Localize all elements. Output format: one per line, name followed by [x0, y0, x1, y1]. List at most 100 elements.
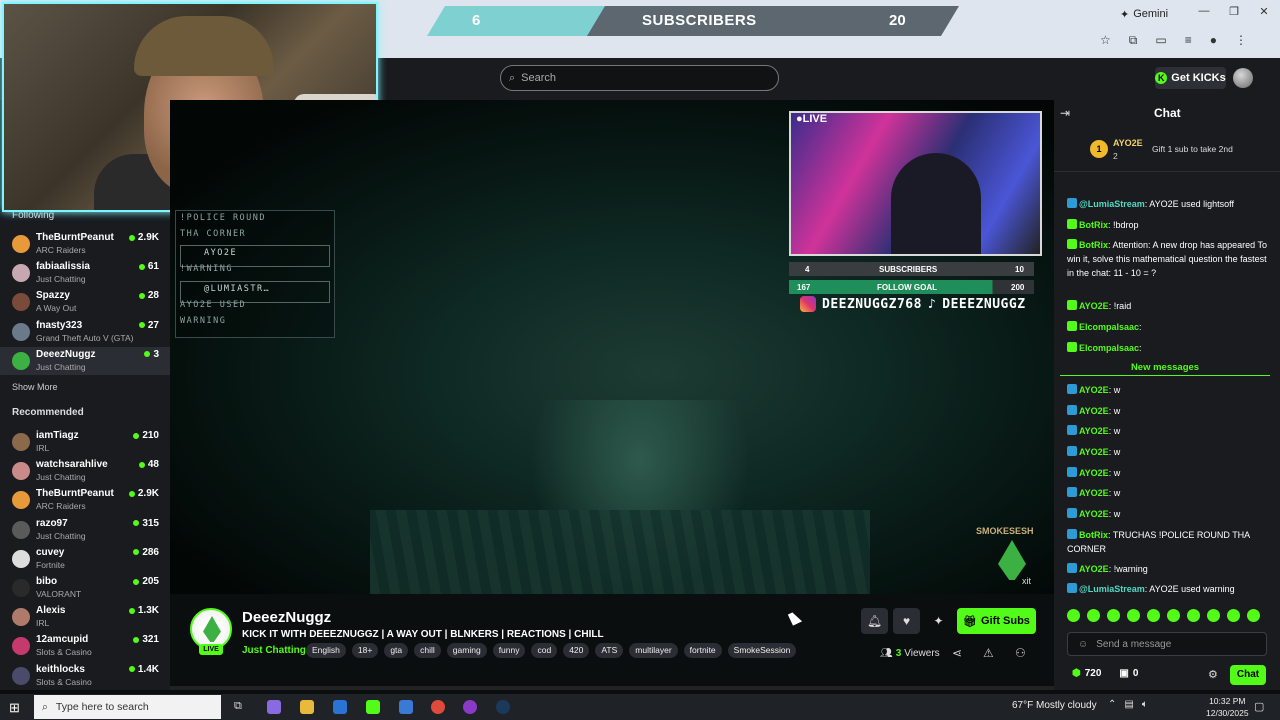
- channel-category: IRL: [36, 443, 50, 453]
- report-icon[interactable]: ⚠: [983, 646, 994, 660]
- chat-send-button[interactable]: Chat: [1230, 665, 1266, 685]
- search-input[interactable]: ⌕ Search: [500, 65, 779, 91]
- weather-widget[interactable]: 67°F Mostly cloudy: [1012, 700, 1097, 711]
- chat-username[interactable]: BotRix: [1079, 530, 1108, 540]
- stream-tag[interactable]: funny: [492, 643, 526, 658]
- steam-icon[interactable]: [496, 700, 510, 714]
- stream-category-link[interactable]: Just Chatting: [242, 645, 306, 656]
- gemini-button[interactable]: ✦ Gemini: [1120, 5, 1180, 23]
- notifications-icon[interactable]: ▢: [1254, 700, 1264, 713]
- cast-icon[interactable]: ▭: [1155, 33, 1166, 48]
- chat-username[interactable]: AYO2E: [1079, 385, 1109, 395]
- sidebar-channel-item[interactable]: TheBurntPeanut ARC Raiders 2.9K: [0, 230, 170, 258]
- stream-tag[interactable]: chill: [414, 643, 441, 658]
- obs-icon[interactable]: [463, 700, 477, 714]
- chrome-icon[interactable]: [431, 700, 445, 714]
- taskbar-search-input[interactable]: ⌕ Type here to search: [34, 695, 221, 719]
- emote-icon[interactable]: [1067, 609, 1080, 622]
- windows-start-icon[interactable]: ⊞: [9, 700, 20, 716]
- system-clock[interactable]: 10:32 PM 12/30/2025: [1206, 695, 1249, 719]
- emote-icon[interactable]: [1207, 609, 1220, 622]
- chat-username[interactable]: AYO2E: [1079, 468, 1109, 478]
- volume-icon[interactable]: 🔈︎: [1142, 699, 1148, 710]
- sidebar-channel-item[interactable]: fabiaalissia Just Chatting 61: [0, 259, 170, 287]
- sidebar-channel-item[interactable]: watchsarahlive Just Chatting 48: [0, 457, 170, 485]
- sidebar-channel-item[interactable]: fnasty323 Grand Theft Auto V (GTA) 27: [0, 318, 170, 346]
- copilot-icon[interactable]: [267, 700, 281, 714]
- minimize-button[interactable]: —: [1190, 5, 1218, 21]
- chat-username[interactable]: AYO2E: [1079, 564, 1109, 574]
- sidebar-channel-item[interactable]: keithlocks Slots & Casino 1.4K: [0, 662, 170, 690]
- emote-icon[interactable]: [1227, 609, 1240, 622]
- leader-username[interactable]: AYO2E: [1113, 138, 1143, 148]
- menu-icon[interactable]: ⋮: [1235, 33, 1247, 48]
- sparkle-button[interactable]: ✦: [925, 608, 952, 634]
- sidebar-channel-item[interactable]: razo97 Just Chatting 315: [0, 516, 170, 544]
- profile-icon[interactable]: ●: [1210, 33, 1217, 48]
- sidebar-channel-item[interactable]: cuvey Fortnite 286: [0, 545, 170, 573]
- maximize-button[interactable]: ❐: [1220, 5, 1248, 21]
- sidebar-channel-item[interactable]: DeeezNuggz Just Chatting 3: [0, 346, 170, 375]
- app-icon[interactable]: [399, 700, 413, 714]
- close-window-button[interactable]: ✕: [1250, 5, 1278, 21]
- chat-username[interactable]: Elcompalsaac: [1079, 322, 1139, 332]
- get-kicks-button[interactable]: K Get KICKs: [1155, 67, 1226, 89]
- emote-icon[interactable]: [1187, 609, 1200, 622]
- chat-username[interactable]: AYO2E: [1079, 426, 1109, 436]
- stream-tag[interactable]: ATS: [595, 643, 624, 658]
- stream-tag[interactable]: gta: [384, 643, 409, 658]
- emote-icon[interactable]: [1247, 609, 1260, 622]
- notification-bell-button[interactable]: 🔔︎: [861, 608, 888, 634]
- chat-username[interactable]: Elcompalsaac: [1079, 343, 1139, 353]
- stream-tag[interactable]: fortnite: [683, 643, 722, 658]
- emote-icon[interactable]: [1167, 609, 1180, 622]
- stream-tag[interactable]: 420: [563, 643, 590, 658]
- extensions-icon[interactable]: ⧉: [1129, 33, 1138, 48]
- sidebar-channel-item[interactable]: iamTiagz IRL 210: [0, 428, 170, 456]
- sidebar-channel-item[interactable]: 12amcupid Slots & Casino 321: [0, 632, 170, 660]
- chat-username[interactable]: BotRix: [1079, 220, 1108, 230]
- emote-icon[interactable]: [1107, 609, 1120, 622]
- follow-button[interactable]: ♥: [893, 608, 920, 634]
- star-icon[interactable]: ☆: [1100, 33, 1111, 48]
- chat-username[interactable]: AYO2E: [1079, 488, 1109, 498]
- task-view-icon[interactable]: ⧉: [234, 700, 248, 714]
- gift-subs-button[interactable]: 🎁︎ Gift Subs: [957, 608, 1036, 634]
- emote-icon[interactable]: [1147, 609, 1160, 622]
- stream-tag[interactable]: SmokeSession: [727, 643, 797, 658]
- network-icon[interactable]: ▤: [1124, 699, 1133, 710]
- sidebar-channel-item[interactable]: TheBurntPeanut ARC Raiders 2.9K: [0, 486, 170, 514]
- chat-username[interactable]: @LumiaStream: [1079, 199, 1145, 209]
- kick-app-icon[interactable]: [366, 700, 380, 714]
- emote-icon[interactable]: [1087, 609, 1100, 622]
- gift-prompt[interactable]: Gift 1 sub to take 2nd: [1152, 144, 1233, 154]
- stream-tag[interactable]: cod: [531, 643, 558, 658]
- outlook-icon[interactable]: [333, 700, 347, 714]
- emote-icon[interactable]: [1127, 609, 1140, 622]
- user-options-icon[interactable]: ⚇: [1015, 646, 1026, 660]
- chat-username[interactable]: BotRix: [1079, 240, 1108, 250]
- chat-message-input[interactable]: ☺ Send a message: [1067, 632, 1267, 656]
- show-more-link[interactable]: Show More: [12, 382, 58, 392]
- chat-username[interactable]: AYO2E: [1079, 406, 1109, 416]
- chat-username[interactable]: @LumiaStream: [1079, 584, 1145, 594]
- stream-tag[interactable]: English: [306, 643, 346, 658]
- chat-username[interactable]: AYO2E: [1079, 447, 1109, 457]
- share-icon[interactable]: ⋖: [952, 646, 962, 660]
- chat-settings-icon[interactable]: ⚙: [1208, 668, 1218, 681]
- user-avatar[interactable]: [1233, 68, 1253, 88]
- chat-username[interactable]: AYO2E: [1079, 509, 1109, 519]
- file-explorer-icon[interactable]: [300, 700, 314, 714]
- emote-picker-icon[interactable]: ☺: [1078, 639, 1088, 650]
- chat-username[interactable]: AYO2E: [1079, 301, 1109, 311]
- chevron-up-icon[interactable]: ⌃: [1108, 699, 1116, 710]
- stream-tag[interactable]: multilayer: [629, 643, 678, 658]
- sidebar-channel-item[interactable]: Spazzy A Way Out 28: [0, 288, 170, 316]
- stream-tag[interactable]: 18+: [351, 643, 379, 658]
- sidebar-channel-item[interactable]: Alexis IRL 1.3K: [0, 603, 170, 631]
- sidebar-channel-item[interactable]: bibo VALORANT 205: [0, 574, 170, 602]
- media-icon[interactable]: ≡: [1185, 33, 1192, 48]
- collapse-chat-icon[interactable]: ⇥: [1060, 106, 1070, 120]
- stream-tag[interactable]: gaming: [446, 643, 487, 658]
- channel-name[interactable]: DeeezNuggz: [242, 609, 331, 626]
